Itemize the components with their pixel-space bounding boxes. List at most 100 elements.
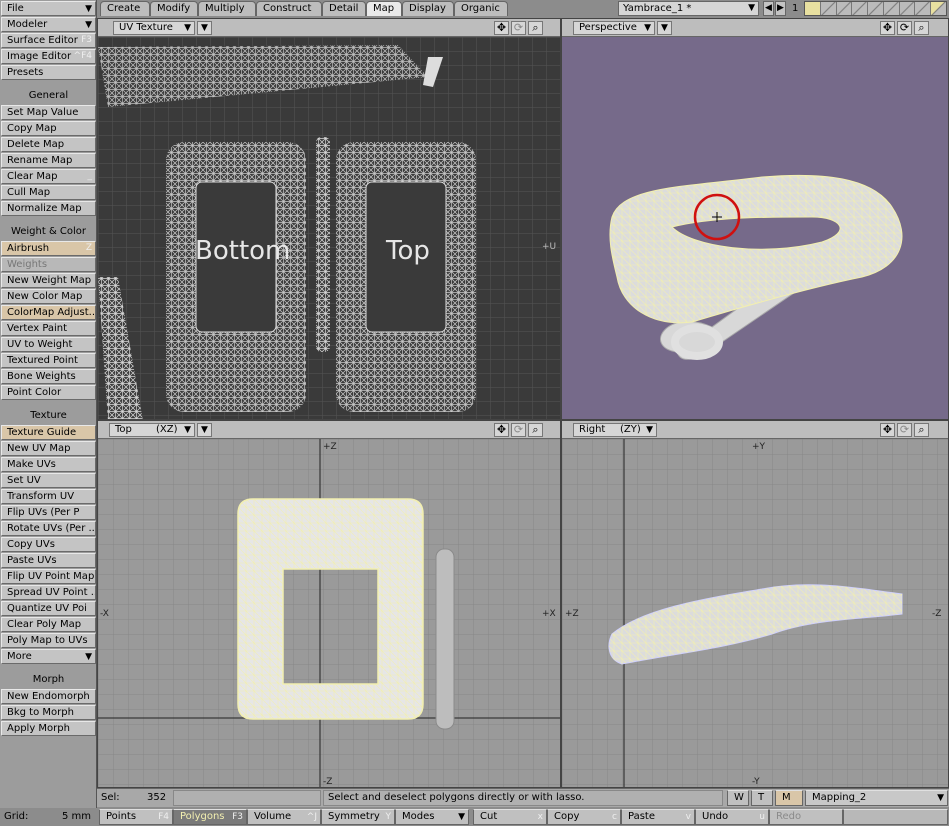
layer-slot[interactable]	[883, 2, 900, 15]
transform-uv-button[interactable]: Transform UV	[1, 489, 96, 504]
tab-display[interactable]: Display	[402, 1, 454, 16]
airbrush-button[interactable]: Airbrush Z	[1, 241, 96, 256]
bone-weights-button[interactable]: Bone Weights	[1, 369, 96, 384]
spread-uv-point-button[interactable]: Spread UV Point ...	[1, 585, 96, 600]
view-mode-select[interactable]: Right (ZY) ▼	[573, 423, 657, 437]
undo-button[interactable]: Undo u	[695, 809, 769, 825]
clear-map-button[interactable]: Clear Map _	[1, 169, 96, 184]
tab-multiply[interactable]: Multiply	[198, 1, 256, 16]
rotate-view-icon[interactable]: ⟳	[511, 423, 526, 437]
layer-slot[interactable]	[868, 2, 884, 15]
polygons-mode-button[interactable]: Polygons F3	[173, 809, 247, 825]
uv-to-weight-button[interactable]: UV to Weight	[1, 337, 96, 352]
poly-map-to-uvs-button[interactable]: Poly Map to UVs	[1, 633, 96, 648]
weight-map-button[interactable]: W	[727, 790, 749, 806]
chevron-down-icon[interactable]: ▼	[657, 21, 672, 35]
clear-poly-map-button[interactable]: Clear Poly Map	[1, 617, 96, 632]
point-color-button[interactable]: Point Color	[1, 385, 96, 400]
redo-button[interactable]: Redo	[769, 809, 843, 825]
tab-detail[interactable]: Detail	[322, 1, 366, 16]
apply-morph-button[interactable]: Apply Morph	[1, 721, 96, 736]
new-endomorph-button[interactable]: New Endomorph	[1, 689, 96, 704]
morph-map-button[interactable]: M	[775, 790, 803, 806]
tab-construct[interactable]: Construct	[256, 1, 322, 16]
view-mode-select[interactable]: Perspective ▼	[573, 21, 655, 35]
set-map-value-button[interactable]: Set Map Value	[1, 105, 96, 120]
layer-slot[interactable]	[931, 2, 947, 15]
new-color-map-button[interactable]: New Color Map	[1, 289, 96, 304]
uv-texture-viewport[interactable]: UV Texture ▼ ▼ ✥ ⟳ ⌕ Bottom Top +U	[97, 18, 561, 420]
texture-map-button[interactable]: T	[751, 790, 773, 806]
set-uv-button[interactable]: Set UV	[1, 473, 96, 488]
flip-uv-point-map-button[interactable]: Flip UV Point Map	[1, 569, 96, 584]
more-menu[interactable]: More ▼	[1, 649, 96, 664]
top-canvas[interactable]: +Z -Z -X +X	[98, 439, 560, 787]
zoom-view-icon[interactable]: ⌕	[914, 423, 929, 437]
symmetry-toggle[interactable]: Symmetry Y	[321, 809, 395, 825]
new-weight-map-button[interactable]: New Weight Map	[1, 273, 96, 288]
delete-map-button[interactable]: Delete Map	[1, 137, 96, 152]
copy-uvs-button[interactable]: Copy UVs	[1, 537, 96, 552]
colormap-adjust-button[interactable]: ColorMap Adjust...	[1, 305, 96, 320]
view-mode-select[interactable]: Top (XZ) ▼	[109, 423, 195, 437]
move-view-icon[interactable]: ✥	[880, 21, 895, 35]
next-object-arrow-icon[interactable]: ▶	[775, 1, 786, 16]
tab-modify[interactable]: Modify	[150, 1, 198, 16]
volume-mode-button[interactable]: Volume ^J	[247, 809, 321, 825]
textured-point-button[interactable]: Textured Point	[1, 353, 96, 368]
file-menu[interactable]: File ▼	[1, 1, 96, 16]
surface-editor-button[interactable]: Surface Editor F3	[1, 33, 96, 48]
points-mode-button[interactable]: Points F4	[99, 809, 173, 825]
zoom-view-icon[interactable]: ⌕	[528, 21, 543, 35]
view-mode-select[interactable]: UV Texture ▼	[113, 21, 195, 35]
copy-button[interactable]: Copy c	[547, 809, 621, 825]
prev-object-arrow-icon[interactable]: ◀	[763, 1, 774, 16]
rotate-uvs-button[interactable]: Rotate UVs (Per ...	[1, 521, 96, 536]
vertex-paint-button[interactable]: Vertex Paint	[1, 321, 96, 336]
rename-map-button[interactable]: Rename Map	[1, 153, 96, 168]
cull-map-button[interactable]: Cull Map	[1, 185, 96, 200]
rotate-view-icon[interactable]: ⟳	[511, 21, 526, 35]
chevron-down-icon[interactable]: ▼	[197, 21, 212, 35]
layer-slot[interactable]	[820, 2, 837, 15]
tab-organic[interactable]: Organic	[454, 1, 508, 16]
copy-map-button[interactable]: Copy Map	[1, 121, 96, 136]
modeler-menu[interactable]: Modeler ▼	[1, 17, 96, 32]
new-uv-map-button[interactable]: New UV Map	[1, 441, 96, 456]
presets-button[interactable]: Presets	[1, 65, 96, 80]
top-viewport[interactable]: Top (XZ) ▼ ▼ ✥ ⟳ ⌕ +Z -Z -X +X	[97, 420, 561, 788]
image-editor-button[interactable]: Image Editor ^F4	[1, 49, 96, 64]
chevron-down-icon[interactable]: ▼	[197, 423, 212, 437]
zoom-view-icon[interactable]: ⌕	[914, 21, 929, 35]
move-view-icon[interactable]: ✥	[494, 21, 509, 35]
object-selector[interactable]: Yambrace_1 * ▼	[618, 1, 759, 16]
perspective-canvas[interactable]	[562, 37, 948, 419]
cut-button[interactable]: Cut x	[473, 809, 547, 825]
move-view-icon[interactable]: ✥	[494, 423, 509, 437]
layer-slot[interactable]	[899, 2, 916, 15]
vertex-map-select[interactable]: Mapping_2 ▼	[805, 790, 948, 806]
right-viewport[interactable]: Right (ZY) ▼ ✥ ⟳ ⌕ +Y -Y +Z -Z	[561, 420, 949, 788]
modes-menu[interactable]: Modes ▼	[395, 809, 469, 825]
uv-canvas[interactable]: Bottom Top +U	[98, 37, 560, 419]
rotate-view-icon[interactable]: ⟳	[897, 423, 912, 437]
perspective-viewport[interactable]: Perspective ▼ ▼ ✥ ⟳ ⌕	[561, 18, 949, 420]
rotate-view-icon[interactable]: ⟳	[897, 21, 912, 35]
make-uvs-button[interactable]: Make UVs	[1, 457, 96, 472]
flip-uvs-button[interactable]: Flip UVs (Per P	[1, 505, 96, 520]
paste-uvs-button[interactable]: Paste UVs	[1, 553, 96, 568]
weights-button[interactable]: Weights	[1, 257, 96, 272]
layer-slot[interactable]	[852, 2, 869, 15]
bkg-to-morph-button[interactable]: Bkg to Morph	[1, 705, 96, 720]
tab-create[interactable]: Create	[100, 1, 150, 16]
quantize-uv-button[interactable]: Quantize UV Poi	[1, 601, 96, 616]
paste-button[interactable]: Paste v	[621, 809, 695, 825]
move-view-icon[interactable]: ✥	[880, 423, 895, 437]
normalize-map-button[interactable]: Normalize Map	[1, 201, 96, 216]
right-canvas[interactable]: +Y -Y +Z -Z	[562, 439, 948, 787]
zoom-view-icon[interactable]: ⌕	[528, 423, 543, 437]
layer-slot[interactable]	[915, 2, 932, 15]
texture-guide-button[interactable]: Texture Guide	[1, 425, 96, 440]
tab-map[interactable]: Map	[366, 1, 402, 16]
layer-slot[interactable]	[836, 2, 853, 15]
